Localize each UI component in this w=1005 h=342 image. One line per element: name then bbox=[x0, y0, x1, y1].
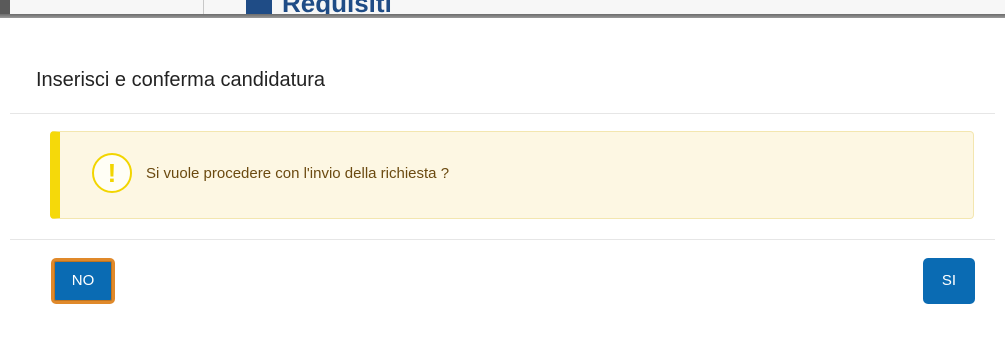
exclamation-warning-icon: ! bbox=[92, 153, 132, 193]
confirm-dialog: Inserisci e conferma candidatura ! Si vu… bbox=[10, 18, 995, 342]
dialog-body: ! Si vuole procedere con l'invio della r… bbox=[10, 114, 995, 240]
dialog-header: Inserisci e conferma candidatura bbox=[10, 18, 995, 114]
si-button[interactable]: SI bbox=[923, 258, 975, 304]
backdrop-divider bbox=[203, 0, 204, 14]
brand-logo-icon bbox=[246, 0, 272, 14]
warning-alert: ! Si vuole procedere con l'invio della r… bbox=[50, 131, 974, 219]
dialog-footer: NO SI bbox=[10, 240, 995, 342]
dialog-title: Inserisci e conferma candidatura bbox=[36, 69, 326, 91]
no-button[interactable]: NO bbox=[51, 258, 115, 304]
screen: Requisiti Inserisci e conferma candidatu… bbox=[0, 0, 1005, 342]
page-backdrop: Requisiti bbox=[0, 0, 1005, 18]
alert-message: Si vuole procedere con l'invio della ric… bbox=[146, 165, 450, 182]
